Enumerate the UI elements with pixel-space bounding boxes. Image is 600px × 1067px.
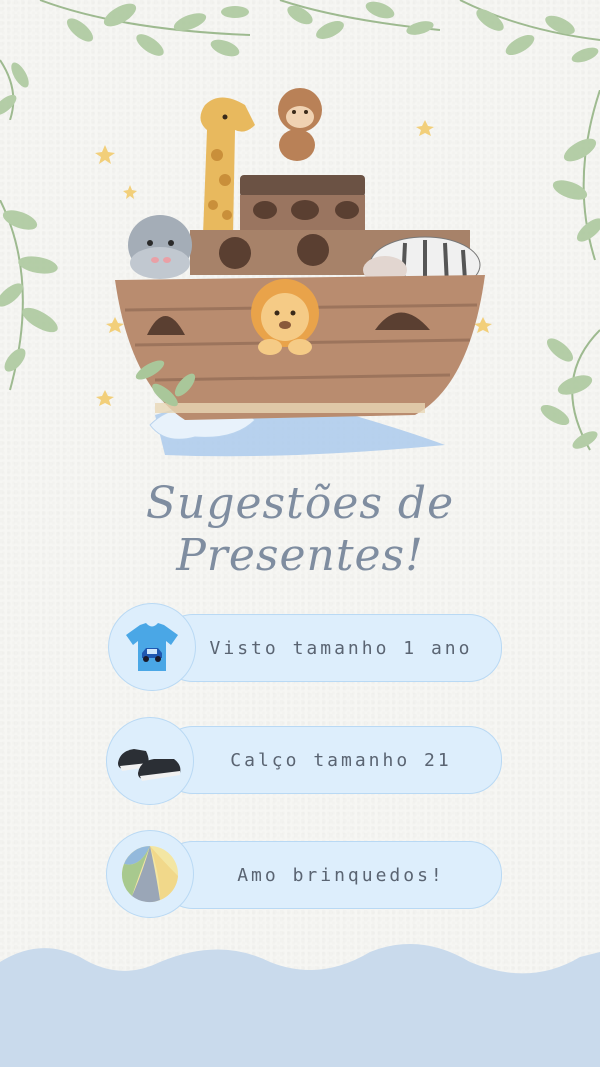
bottom-waves-icon — [0, 944, 600, 1067]
title-line-2: Presentes! — [176, 530, 424, 581]
shoes-icon — [118, 749, 181, 781]
gift-item-toys[interactable]: Amo brinquedos! — [160, 841, 502, 909]
gift-label-toys: Amo brinquedos! — [237, 864, 445, 886]
leaves-right-icon — [540, 90, 600, 451]
gift-label-clothes: Visto tamanho 1 ano — [209, 637, 473, 659]
gift-label-shoes: Calço tamanho 21 — [230, 749, 452, 771]
leaves-left-icon — [0, 200, 58, 391]
noahs-ark-animals-icon — [95, 88, 492, 457]
gift-icon-circle-toys[interactable] — [106, 830, 194, 918]
title-line-1: Sugestões de — [145, 478, 455, 529]
gift-item-shoes[interactable]: Calço tamanho 21 — [160, 726, 502, 794]
page-title: Sugestões de Presentes! — [0, 478, 600, 582]
beach-ball-icon — [121, 846, 178, 903]
gift-icon-circle-clothes[interactable] — [108, 603, 196, 691]
tshirt-icon — [126, 623, 178, 671]
gift-icon-circle-shoes[interactable] — [106, 717, 194, 805]
gift-item-clothes[interactable]: Visto tamanho 1 ano — [160, 614, 502, 682]
